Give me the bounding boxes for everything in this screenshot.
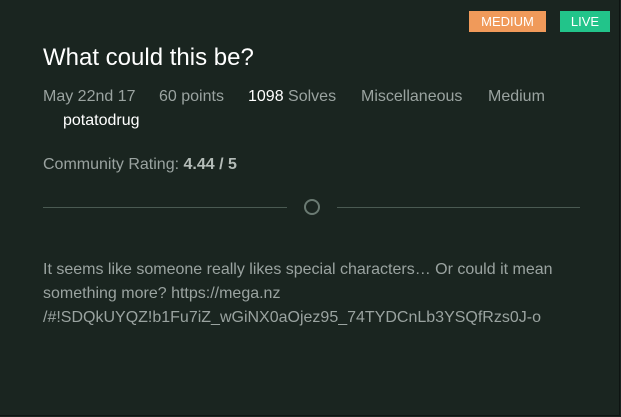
challenge-difficulty: Medium bbox=[488, 88, 545, 105]
difficulty-badge: MEDIUM bbox=[469, 11, 546, 32]
challenge-title: What could this be? bbox=[43, 44, 254, 71]
description-line: /#!SDQkUYQZ!b1Fu7iZ_wGiNX0aOjez95_74TYDC… bbox=[43, 309, 541, 326]
solves-label: Solves bbox=[288, 88, 337, 105]
description-line: something more? https://mega.nz bbox=[43, 285, 281, 302]
divider-circle-icon bbox=[304, 199, 320, 215]
solves-count: 1098 bbox=[248, 88, 284, 105]
status-badge: LIVE bbox=[560, 11, 610, 32]
community-rating: Community Rating: 4.44 / 5 bbox=[43, 156, 237, 174]
challenge-points: 60 points bbox=[159, 88, 224, 105]
challenge-description: It seems like someone really likes speci… bbox=[43, 258, 588, 330]
challenge-solves[interactable]: 1098 Solves bbox=[248, 88, 336, 106]
description-line: It seems like someone really likes speci… bbox=[43, 261, 553, 278]
challenge-author[interactable]: potatodrug bbox=[63, 112, 140, 130]
rating-value: 4.44 / 5 bbox=[183, 156, 237, 173]
rating-label: Community Rating: bbox=[43, 156, 180, 173]
challenge-card: MEDIUM LIVE What could this be? May 22nd… bbox=[0, 0, 620, 416]
challenge-category: Miscellaneous bbox=[361, 88, 463, 105]
divider-left bbox=[43, 207, 287, 208]
divider-right bbox=[337, 207, 580, 208]
challenge-date: May 22nd 17 bbox=[43, 88, 136, 105]
